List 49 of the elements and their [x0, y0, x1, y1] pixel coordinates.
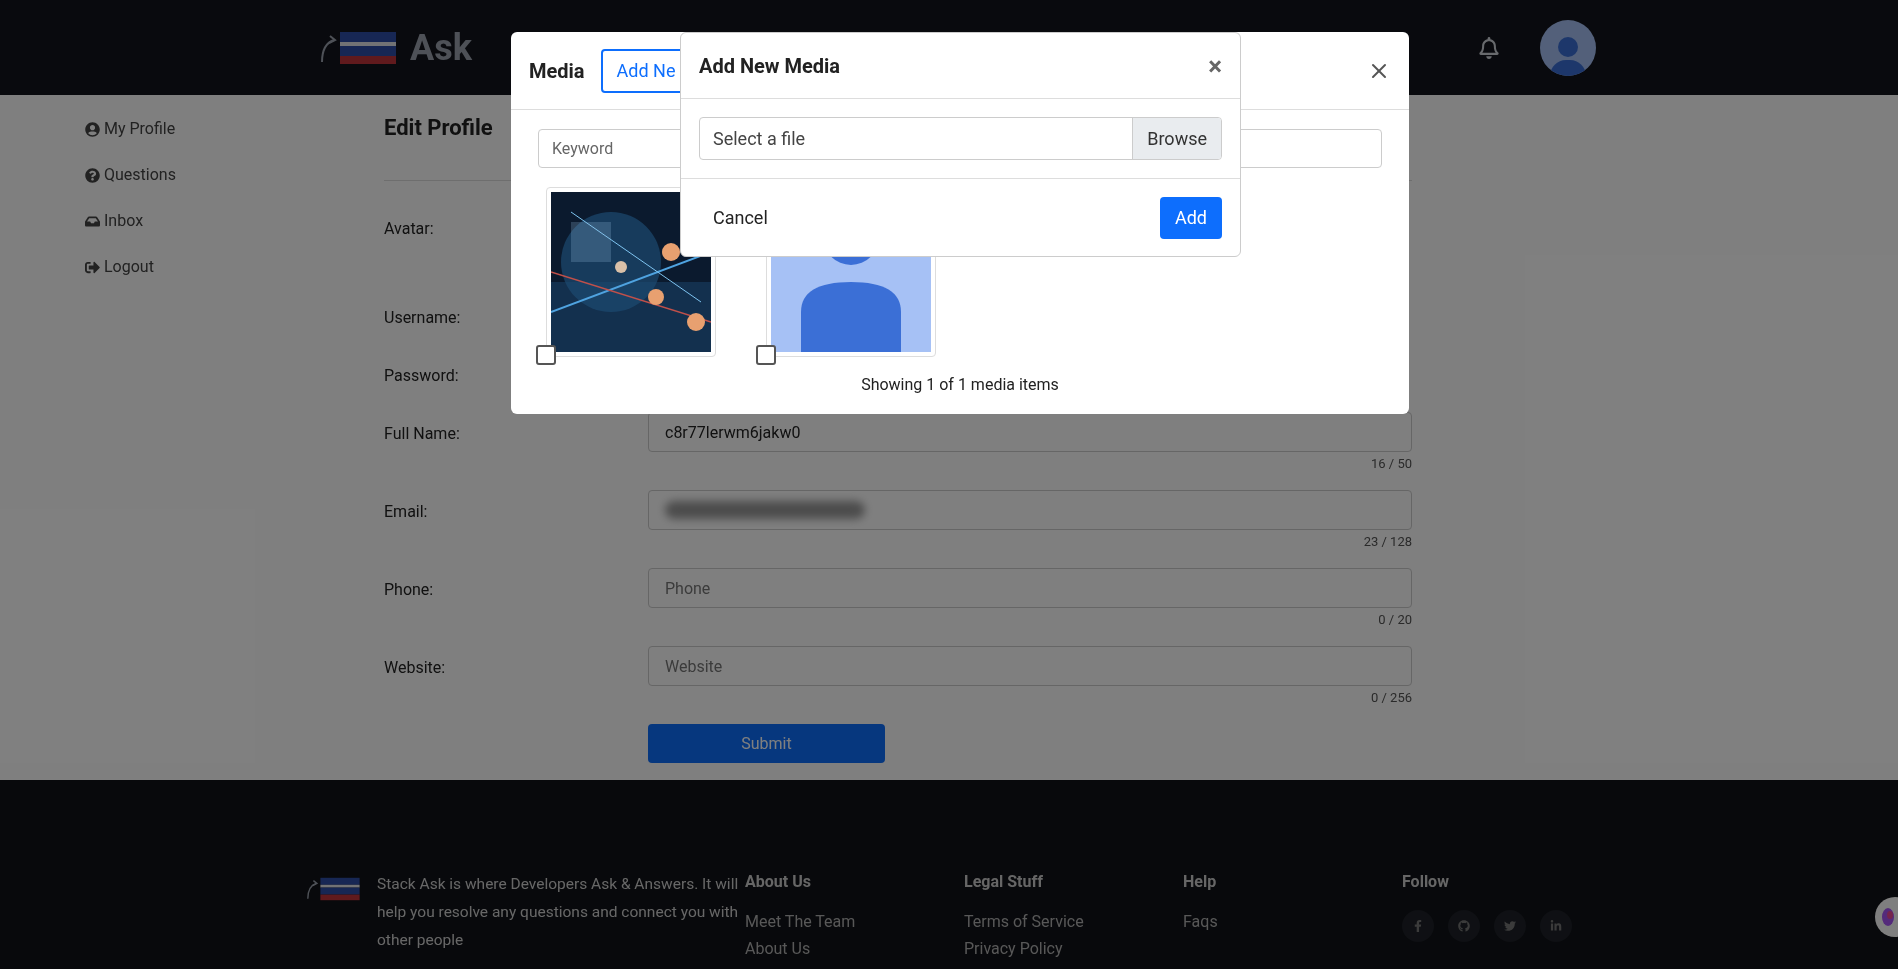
field-label: Full Name: [384, 423, 460, 445]
field-label: Website: [384, 657, 446, 679]
linkedin-icon [1550, 920, 1562, 932]
dialog-title: Add New Media [699, 52, 841, 80]
field-label: Avatar: [384, 218, 434, 240]
sidebar-link[interactable]: My Profile [85, 117, 384, 141]
footer-heading: Follow [1402, 871, 1450, 893]
close-button[interactable]: × [1208, 52, 1222, 79]
text-field[interactable]: Website [648, 646, 1412, 686]
field-label: Username: [384, 307, 461, 329]
bell-icon[interactable] [1478, 36, 1500, 59]
sidebar-link[interactable]: Inbox [85, 209, 384, 233]
field-label: Password: [384, 365, 459, 387]
field-label: Email: [384, 501, 428, 523]
facebook-icon [1412, 920, 1424, 932]
footer-link[interactable]: Privacy Policy [964, 937, 1183, 964]
sidebar-link[interactable]: Logout [85, 255, 384, 279]
email-field[interactable] [648, 490, 1412, 530]
character-counter: 0 / 20 [1378, 611, 1412, 629]
footer-link[interactable]: Faqs [1183, 910, 1402, 937]
logout-icon [85, 259, 100, 275]
checkbox[interactable] [536, 345, 556, 365]
checkbox[interactable] [756, 345, 776, 365]
footer-link[interactable]: Meet The Team [745, 910, 964, 937]
footer-heading: Help [1183, 871, 1218, 893]
cancel-button[interactable]: Cancel [699, 196, 782, 239]
sidebar-link[interactable]: Questions [85, 163, 384, 187]
github-icon [1458, 920, 1470, 932]
twitter-icon [1504, 920, 1516, 932]
add-button[interactable]: Add [1159, 196, 1222, 239]
browse-button[interactable]: Browse [1132, 118, 1221, 159]
character-counter: 0 / 256 [1370, 689, 1412, 707]
footer-heading: About Us [745, 871, 812, 893]
footer-description: Stack Ask is where Developers Ask & Answers. It will help you resolve any questions and connect you with other people [377, 874, 739, 951]
flag-logo-icon [305, 875, 361, 903]
footer-heading: Legal Stuff [964, 871, 1044, 893]
character-counter: 16 / 50 [1370, 455, 1412, 473]
chat-widget-icon [1881, 907, 1895, 927]
character-counter: 23 / 128 [1363, 533, 1412, 551]
footer-link[interactable]: Terms of Service [964, 910, 1183, 937]
footer-link[interactable]: About Us [745, 937, 964, 964]
dialog-title: Media [529, 57, 585, 85]
text-field[interactable]: Phone [648, 568, 1412, 608]
media-count-text: Showing 1 of 1 media items [860, 374, 1060, 396]
file-placeholder: Select a file [712, 127, 807, 151]
submit-button[interactable]: Submit [648, 724, 885, 763]
file-field[interactable]: Select a file Browse [699, 117, 1222, 160]
field-label: Phone: [384, 579, 434, 601]
logo-text: Ask [410, 25, 472, 71]
